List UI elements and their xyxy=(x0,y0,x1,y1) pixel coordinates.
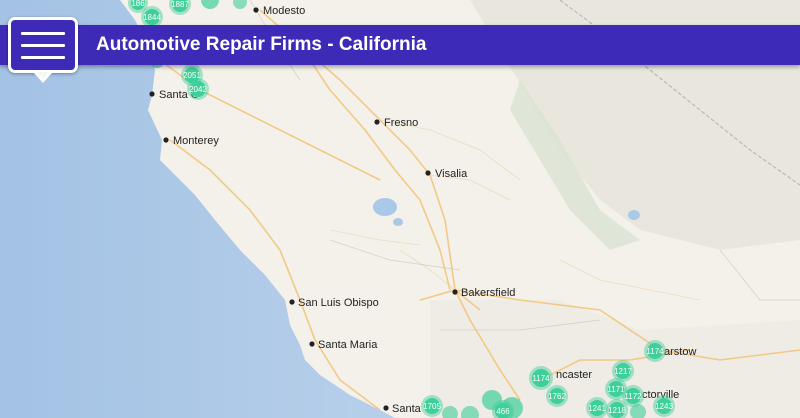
cluster-count: 466 xyxy=(496,407,510,416)
cluster-count: 1174 xyxy=(532,374,550,383)
city-label-lancaster: ncaster xyxy=(556,369,592,381)
city-label-monterey: Monterey xyxy=(173,135,219,147)
cluster-count: 1172 xyxy=(624,392,642,401)
cluster-count: 1171 xyxy=(607,385,625,394)
cluster-count: 1705 xyxy=(423,402,441,411)
cluster-c5[interactable]: 2042 xyxy=(187,78,209,100)
small-lake xyxy=(393,218,403,226)
cluster-count: 1844 xyxy=(143,13,161,22)
cluster-count: 1217 xyxy=(614,367,632,376)
city-label-santa-clarita: Santa xyxy=(392,403,422,415)
cluster-c14[interactable]: 1241 xyxy=(586,397,608,418)
cluster-count: 1174 xyxy=(646,347,664,356)
tulare-lake xyxy=(373,198,397,216)
cluster-c8[interactable]: 1174 xyxy=(529,366,553,390)
app-header: Automotive Repair Firms - California xyxy=(0,25,800,65)
city-label-barstow: arstow xyxy=(664,346,696,358)
city-lancaster[interactable]: ncaster xyxy=(556,369,592,381)
cluster-count: 1218 xyxy=(608,406,626,415)
cluster-c16[interactable]: 1705 xyxy=(421,395,443,417)
city-label-visalia: Visalia xyxy=(435,168,468,180)
city-label-san-luis-obispo: San Luis Obispo xyxy=(298,297,379,309)
cluster-c12[interactable]: 1243 xyxy=(653,395,675,417)
hamburger-icon-bar xyxy=(21,56,65,59)
hamburger-icon xyxy=(21,32,65,35)
menu-pointer-inner xyxy=(37,72,49,79)
cluster-count: 2042 xyxy=(189,85,207,94)
cluster-c9[interactable]: 1762 xyxy=(546,385,568,407)
mono-lake xyxy=(628,210,640,220)
city-barstow[interactable]: arstow xyxy=(664,346,696,358)
city-san-luis-obispo[interactable]: San Luis Obispo xyxy=(289,297,379,309)
cluster-count: 1762 xyxy=(548,392,566,401)
city-label-modesto: Modesto xyxy=(263,5,305,17)
city-label-fresno: Fresno xyxy=(384,117,418,129)
city-label-santa-maria: Santa Maria xyxy=(318,339,378,351)
city-label-bakersfield: Bakersfield xyxy=(461,287,515,299)
page-title: Automotive Repair Firms - California xyxy=(96,34,427,55)
menu-button[interactable] xyxy=(8,17,78,73)
cluster-count: 1241 xyxy=(588,404,606,413)
cluster-count: 1887 xyxy=(171,0,189,9)
hamburger-icon-bar xyxy=(21,44,65,47)
city-santa-maria[interactable]: Santa Maria xyxy=(309,339,378,351)
cluster-count: 1243 xyxy=(655,402,673,411)
cluster-count: 186 xyxy=(131,0,145,8)
city-bakersfield[interactable]: Bakersfield xyxy=(452,287,515,299)
cluster-c6[interactable]: 1174 xyxy=(644,340,666,362)
